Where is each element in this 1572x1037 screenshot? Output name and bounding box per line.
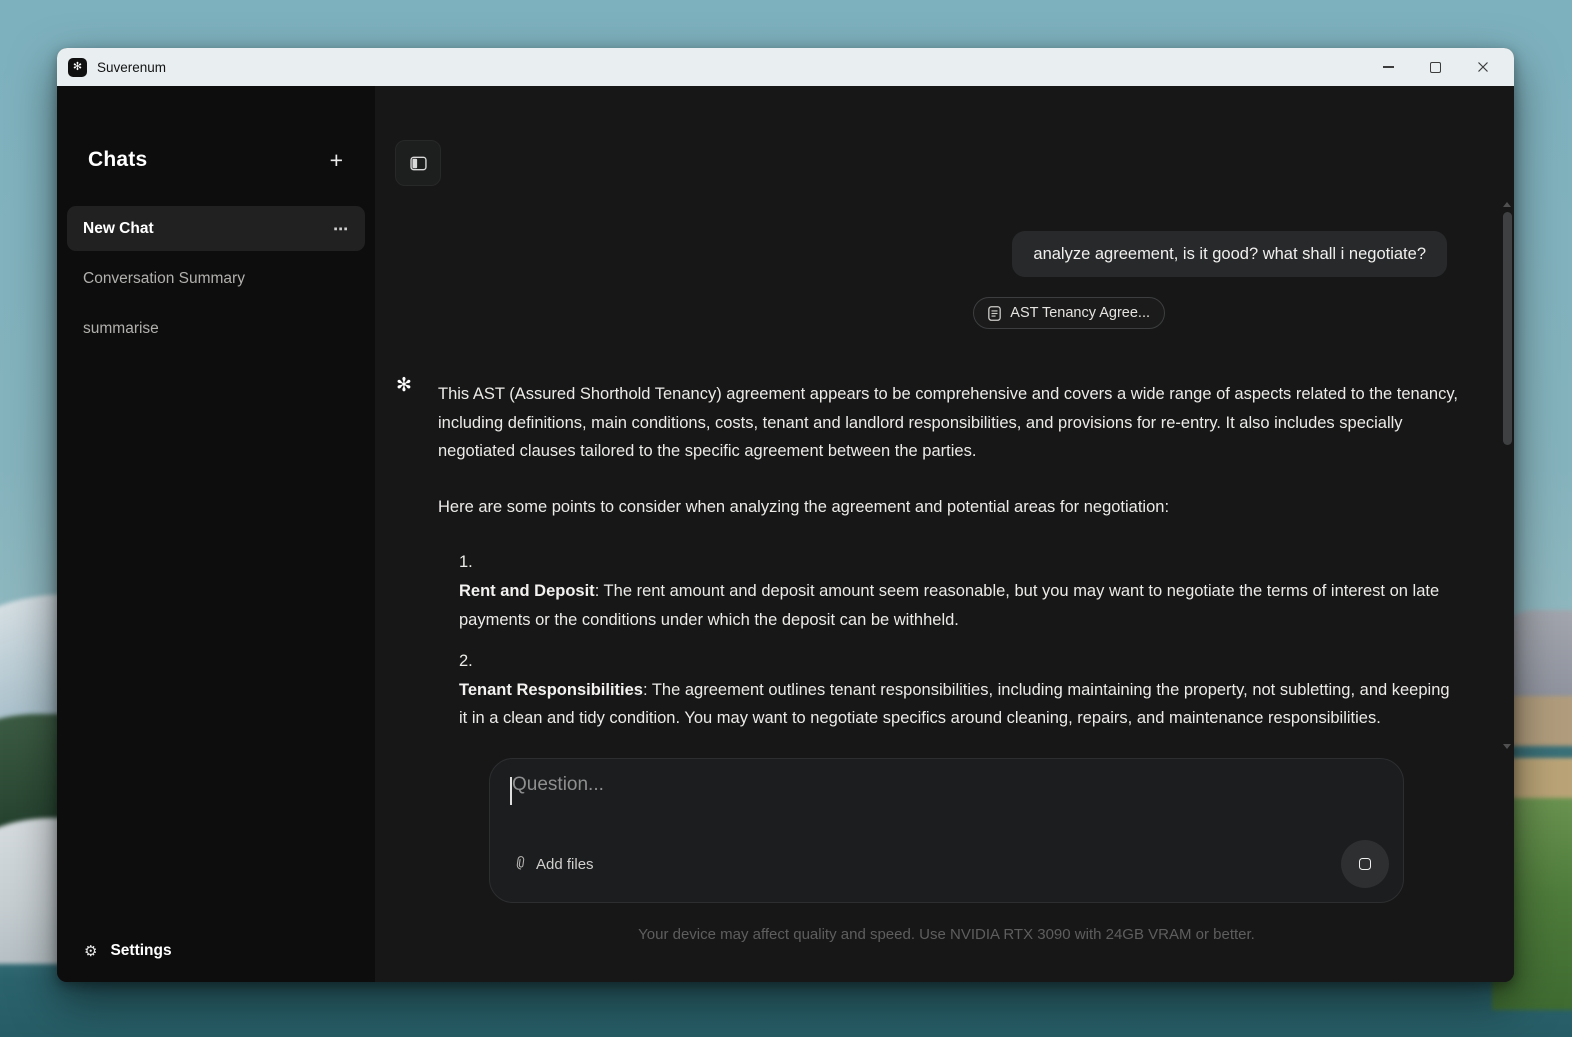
close-button[interactable] [1459,48,1506,86]
window-controls [1365,48,1514,86]
window-title: Suverenum [97,59,167,75]
assistant-numbered-list: 1. Rent and Deposit: The rent amount and… [438,548,1460,733]
assistant-paragraph: Here are some points to consider when an… [438,497,1170,516]
question-input[interactable] [512,774,1372,830]
app-window: ✻ Suverenum Chats + New Chat ⋯ Conversat… [57,48,1514,982]
list-item-text: Rent and Deposit: The rent amount and de… [459,577,1460,634]
titlebar[interactable]: ✻ Suverenum [57,48,1514,86]
attachment-chip[interactable]: AST Tenancy Agree... [973,297,1165,329]
sidebar: Chats + New Chat ⋯ Conversation Summary … [57,86,375,982]
composer-toolbar: Add files [512,840,1389,888]
maximize-button[interactable] [1412,48,1459,86]
chat-item-label: summarise [83,319,159,337]
panel-left-icon [409,156,427,170]
app-logo-glyph: ✻ [72,60,83,73]
sidebar-header: Chats + [88,148,343,172]
list-item: 1. Rent and Deposit: The rent amount and… [459,548,1460,634]
document-icon [988,305,1002,321]
list-item-text: Tenant Responsibilities: The agreement o… [459,676,1460,733]
assistant-paragraph: This AST (Assured Shorthold Tenancy) agr… [438,385,1458,461]
chat-item-label: Conversation Summary [83,269,245,287]
add-files-label: Add files [536,855,594,873]
list-marker: 1. [459,553,473,572]
stop-button[interactable] [1341,840,1389,888]
maximize-icon [1430,61,1441,73]
chat-options-icon[interactable]: ⋯ [333,220,349,238]
close-icon [1477,62,1488,72]
minimize-icon [1383,66,1394,68]
chat-list: New Chat ⋯ Conversation Summary summaris… [57,206,375,351]
settings-button[interactable]: ⚙ Settings [84,942,172,960]
scroll-down-arrow-icon[interactable] [1503,744,1511,749]
scroll-up-arrow-icon[interactable] [1503,202,1511,207]
paperclip-icon [516,856,525,870]
add-files-button[interactable]: Add files [512,856,594,873]
device-note: Your device may affect quality and speed… [638,926,1255,943]
window-content: Chats + New Chat ⋯ Conversation Summary … [57,86,1514,982]
list-item-body: : The rent amount and deposit amount see… [459,581,1440,629]
sidebar-item-new-chat[interactable]: New Chat ⋯ [67,206,365,251]
sidebar-toggle-button[interactable] [395,140,441,186]
user-message-bubble: analyze agreement, is it good? what shal… [1012,231,1447,277]
list-item-title: Tenant Responsibilities [459,680,643,699]
assistant-message: This AST (Assured Shorthold Tenancy) agr… [438,380,1460,746]
sidebar-item-conversation-summary[interactable]: Conversation Summary [67,256,365,301]
list-marker: 2. [459,652,473,671]
minimize-button[interactable] [1365,48,1412,86]
settings-label: Settings [110,942,172,959]
app-logo-icon: ✻ [68,57,87,77]
scrollbar-thumb[interactable] [1503,212,1512,445]
attachment-name: AST Tenancy Agree... [1010,305,1150,321]
stop-icon [1359,858,1371,870]
composer: Add files [489,758,1404,903]
list-item-title: Rent and Deposit [459,581,595,600]
gear-icon: ⚙ [84,943,98,960]
sidebar-item-summarise[interactable]: summarise [67,306,365,351]
list-item: 2. Tenant Responsibilities: The agreemen… [459,647,1460,733]
chat-main: analyze agreement, is it good? what shal… [375,86,1514,982]
titlebar-left: ✻ Suverenum [57,57,167,77]
chat-item-label: New Chat [83,219,154,237]
chats-heading: Chats [88,148,148,171]
desktop-wallpaper: ✻ Suverenum Chats + New Chat ⋯ Conversat… [0,0,1572,1037]
new-chat-add-button[interactable]: + [330,148,343,172]
assistant-logo-icon: ✻ [396,375,412,396]
user-message-text: analyze agreement, is it good? what shal… [1033,245,1426,263]
